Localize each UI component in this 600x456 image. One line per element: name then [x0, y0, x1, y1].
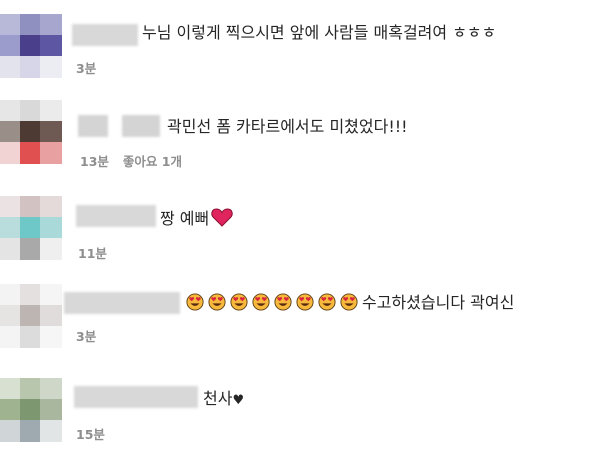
- comment-meta: 3분: [76, 326, 96, 345]
- avatar[interactable]: [0, 284, 62, 348]
- heart-eyes-emoji: [274, 293, 292, 311]
- comment-meta: 11분: [78, 243, 107, 262]
- comment-text: 수고하셨습니다 곽여신: [186, 292, 514, 314]
- username[interactable]: [78, 115, 164, 137]
- black-heart-suit-icon: ♥: [232, 393, 245, 408]
- username[interactable]: [72, 24, 138, 46]
- heart-eyes-emoji-row: [186, 293, 362, 312]
- avatar[interactable]: [0, 100, 62, 164]
- heart-eyes-emoji: [340, 293, 358, 311]
- comment-text: 곽민선 폼 카타르에서도 미쳤었다!!!: [167, 117, 408, 136]
- avatar[interactable]: [0, 196, 62, 260]
- comment-meta: 3분: [76, 58, 96, 77]
- heart-eyes-emoji: [230, 293, 248, 311]
- comment-text: 누님 이렇게 찍으시면 앞에 사람들 매혹걸려여 ㅎㅎㅎ: [142, 23, 497, 42]
- timestamp[interactable]: 15분: [76, 427, 105, 442]
- comment-meta: 15분: [76, 424, 105, 443]
- heart-eyes-emoji: [186, 293, 204, 311]
- comment-meta: 13분 좋아요 1개: [80, 151, 182, 170]
- avatar[interactable]: [0, 14, 62, 78]
- heart-eyes-emoji: [252, 293, 270, 311]
- comment-text-content: 천사: [203, 389, 233, 408]
- username[interactable]: [64, 292, 180, 314]
- heart-eyes-emoji: [318, 293, 336, 311]
- comment-text: 천사♥: [203, 388, 244, 412]
- timestamp[interactable]: 13분: [80, 154, 109, 169]
- red-heart-emoji: [211, 208, 233, 227]
- heart-eyes-emoji: [296, 293, 314, 311]
- timestamp[interactable]: 3분: [76, 329, 96, 344]
- comment-text: 짱 예뻐: [160, 207, 233, 230]
- timestamp[interactable]: 3분: [76, 61, 96, 76]
- heart-eyes-emoji: [208, 293, 226, 311]
- comment-text-content: 수고하셨습니다 곽여신: [362, 293, 515, 312]
- username[interactable]: [74, 386, 198, 408]
- username[interactable]: [76, 205, 156, 227]
- avatar[interactable]: [0, 378, 62, 442]
- likes-count[interactable]: 좋아요 1개: [123, 154, 182, 169]
- timestamp[interactable]: 11분: [78, 246, 107, 261]
- comment-text-content: 짱 예뻐: [160, 209, 210, 228]
